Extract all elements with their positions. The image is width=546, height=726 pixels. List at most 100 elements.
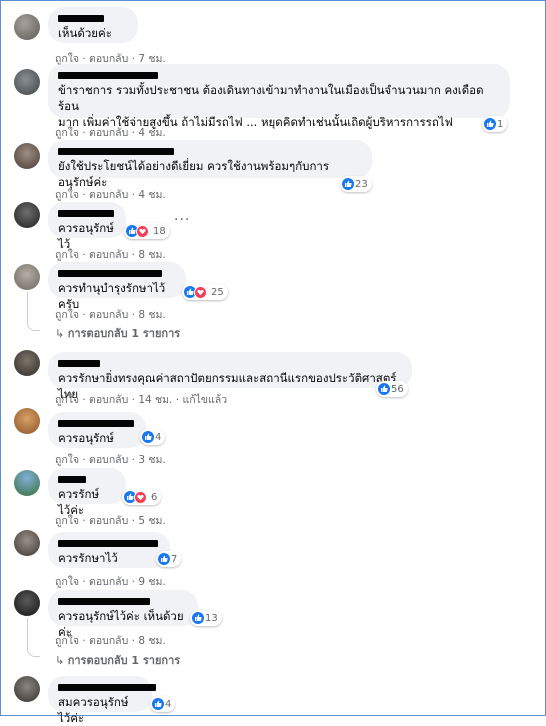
reaction-count[interactable]: 13: [190, 610, 222, 626]
edited-label[interactable]: แก้ไขแล้ว: [182, 394, 227, 406]
redacted-name: [58, 15, 104, 22]
comment-meta: ถูกใจ · ตอบกลับ · 8 ชม.: [55, 635, 166, 647]
thumbs-up-icon: [192, 612, 204, 624]
comment-bubble: ยังใช้ประโยชน์ได้อย่างดีเยี่ยม ควรใช้งาน…: [48, 140, 372, 189]
comment-bubble: ควรอนุรักษ์ไว้: [48, 202, 126, 251]
avatar[interactable]: [14, 590, 40, 616]
reaction-count[interactable]: 4: [140, 429, 166, 445]
redacted-name: [58, 684, 156, 691]
heart-icon: [136, 224, 149, 238]
thread-connector: [27, 292, 40, 331]
timestamp[interactable]: 3 ชม.: [138, 454, 165, 466]
like-link[interactable]: ถูกใจ: [55, 127, 79, 139]
comment-meta: ถูกใจ · ตอบกลับ · 8 ชม.: [55, 249, 166, 261]
reply-link[interactable]: ตอบกลับ: [89, 394, 128, 406]
reply-arrow-icon: ↳: [55, 327, 68, 340]
comment-meta: ถูกใจ · ตอบกลับ · 3 ชม.: [55, 454, 166, 466]
comment-text: เห็นด้วยค่ะ: [58, 26, 112, 40]
comment-meta: ถูกใจ · ตอบกลับ · 4 ชม.: [55, 127, 166, 139]
reaction-count[interactable]: 23: [340, 176, 372, 192]
like-link[interactable]: ถูกใจ: [55, 189, 79, 201]
avatar[interactable]: [14, 470, 40, 496]
reply-link[interactable]: ตอบกลับ: [89, 515, 128, 527]
comment-bubble: ข้าราชการ รวมทั้งประชาชน ต้องเดินทางเข้า…: [48, 64, 510, 129]
timestamp[interactable]: 9 ชม.: [138, 576, 165, 588]
reaction-count[interactable]: 25: [182, 284, 228, 300]
timestamp[interactable]: 4 ชม.: [138, 189, 165, 201]
comment-meta: ถูกใจ · ตอบกลับ · 9 ชม.: [55, 576, 166, 588]
reply-link[interactable]: ตอบกลับ: [89, 635, 128, 647]
view-replies-link[interactable]: ↳ การตอบกลับ 1 รายการ: [55, 324, 180, 342]
comment-text: สมควรอนุรักษ์ไว้ค่ะ: [58, 695, 129, 725]
avatar[interactable]: [14, 350, 40, 376]
timestamp[interactable]: 8 ชม.: [138, 309, 165, 321]
comment-bubble: ควรรักษาไว้: [48, 532, 170, 568]
view-replies-link[interactable]: ↳ การตอบกลับ 1 รายการ: [55, 651, 180, 669]
like-link[interactable]: ถูกใจ: [55, 515, 79, 527]
redacted-name: [58, 598, 150, 605]
like-link[interactable]: ถูกใจ: [55, 635, 79, 647]
reaction-count[interactable]: 56: [376, 381, 408, 397]
comment-text: ควรรักษาไว้: [58, 551, 118, 565]
reaction-count[interactable]: 4: [150, 696, 176, 712]
heart-icon: [134, 490, 147, 504]
avatar[interactable]: [14, 530, 40, 556]
reply-link[interactable]: ตอบกลับ: [89, 189, 128, 201]
redacted-name: [58, 270, 162, 277]
comment-text: ข้าราชการ รวมทั้งประชาชน ต้องเดินทางเข้า…: [58, 83, 484, 129]
avatar[interactable]: [14, 14, 40, 40]
redacted-name: [58, 476, 86, 483]
comment-text: ควรอนุรักษ์: [58, 431, 114, 445]
redacted-name: [58, 420, 134, 427]
comment-meta: ถูกใจ · ตอบกลับ · 14 ชม. · แก้ไขแล้ว: [55, 394, 228, 406]
reaction-count[interactable]: 6: [122, 489, 162, 505]
timestamp[interactable]: 8 ชม.: [138, 249, 165, 261]
avatar[interactable]: [14, 69, 40, 95]
like-link[interactable]: ถูกใจ: [55, 394, 79, 406]
timestamp[interactable]: 8 ชม.: [138, 635, 165, 647]
reply-link[interactable]: ตอบกลับ: [89, 309, 128, 321]
thumbs-up-icon: [152, 698, 164, 710]
timestamp[interactable]: 5 ชม.: [138, 515, 165, 527]
comment-meta: ถูกใจ · ตอบกลับ · 5 ชม.: [55, 515, 166, 527]
reply-link[interactable]: ตอบกลับ: [89, 127, 128, 139]
avatar[interactable]: [14, 408, 40, 434]
comment-bubble: สมควรอนุรักษ์ไว้ค่ะ: [48, 676, 156, 725]
comment-meta: ถูกใจ · ตอบกลับ · 4 ชม.: [55, 189, 166, 201]
comment-bubble: ควรทำนุบำรุงรักษาไว้ครับ: [48, 262, 186, 311]
reply-arrow-icon: ↳: [55, 654, 68, 667]
timestamp[interactable]: 14 ชม.: [138, 394, 172, 406]
avatar[interactable]: [14, 676, 40, 702]
like-link[interactable]: ถูกใจ: [55, 249, 79, 261]
redacted-name: [58, 360, 100, 367]
reply-link[interactable]: ตอบกลับ: [89, 576, 128, 588]
comment-bubble: ควรอนุรักษ์ไว้ค่ะ เห็นด้วยค่ะ: [48, 590, 198, 639]
thumbs-up-icon: [158, 553, 170, 565]
reply-link[interactable]: ตอบกลับ: [89, 249, 128, 261]
heart-icon: [194, 285, 207, 299]
redacted-name: [58, 540, 158, 547]
more-options-icon[interactable]: ···: [174, 212, 190, 228]
comment-meta: ถูกใจ · ตอบกลับ · 8 ชม.: [55, 309, 166, 321]
thread-connector: [27, 618, 40, 657]
thumbs-up-icon: [342, 178, 354, 190]
thumbs-up-icon: [484, 118, 496, 130]
thumbs-up-icon: [142, 431, 154, 443]
reply-link[interactable]: ตอบกลับ: [89, 454, 128, 466]
comment-bubble: ควรรักษายิ่งทรงคุณค่าสถาปัตยกรรมและสถานี…: [48, 352, 412, 401]
like-link[interactable]: ถูกใจ: [55, 454, 79, 466]
reaction-count[interactable]: 7: [156, 551, 182, 567]
redacted-name: [58, 148, 174, 155]
like-link[interactable]: ถูกใจ: [55, 309, 79, 321]
thumbs-up-icon: [378, 383, 390, 395]
comment-bubble: ควรอนุรักษ์: [48, 412, 146, 448]
avatar[interactable]: [14, 202, 40, 228]
redacted-name: [58, 72, 158, 79]
avatar[interactable]: [14, 264, 40, 290]
avatar[interactable]: [14, 143, 40, 169]
timestamp[interactable]: 4 ชม.: [138, 127, 165, 139]
reaction-count[interactable]: 18: [124, 223, 170, 239]
reaction-count[interactable]: 1: [482, 116, 508, 132]
comment-bubble: เห็นด้วยค่ะ: [48, 7, 138, 43]
like-link[interactable]: ถูกใจ: [55, 576, 79, 588]
